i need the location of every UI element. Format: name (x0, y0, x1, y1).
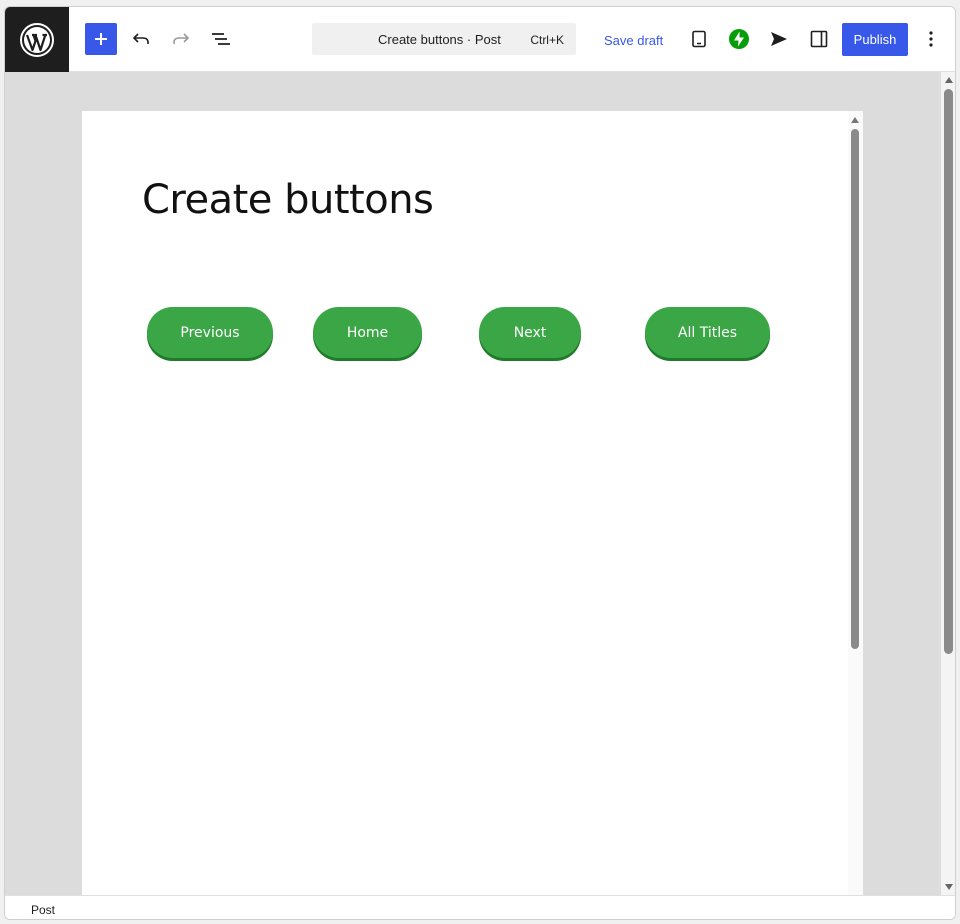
block-breadcrumb-bar: Post (5, 895, 955, 919)
more-vertical-icon (929, 31, 933, 47)
editor-canvas: Create buttons Previous Home Next All Ti… (5, 72, 941, 895)
post-title[interactable]: Create buttons (142, 177, 434, 223)
canvas-scrollbar[interactable] (848, 111, 863, 895)
settings-sidebar-button[interactable] (803, 23, 835, 55)
scroll-up-arrow-icon[interactable] (945, 77, 953, 83)
scroll-down-arrow-icon[interactable] (945, 884, 953, 890)
plus-icon (95, 33, 107, 45)
save-draft-button[interactable]: Save draft (598, 23, 669, 55)
sidebar-toggle-icon (810, 30, 828, 48)
editor-toolbar: Create buttons · Post Ctrl+K Save draft (5, 7, 955, 72)
add-block-button[interactable] (85, 23, 117, 55)
post-page: Create buttons Previous Home Next All Ti… (82, 111, 863, 895)
window-scrollbar-thumb[interactable] (944, 89, 953, 654)
all-titles-button-block[interactable]: All Titles (645, 307, 770, 358)
list-view-icon (212, 33, 230, 45)
command-bar-title: Create buttons · Post (378, 32, 501, 47)
command-palette-bar[interactable]: Create buttons · Post Ctrl+K (312, 23, 576, 55)
scroll-up-arrow-icon[interactable] (851, 117, 859, 123)
document-overview-button[interactable] (205, 23, 237, 55)
undo-icon (132, 33, 149, 44)
publish-button[interactable]: Publish (842, 23, 908, 56)
jetpack-bolt-icon (729, 29, 749, 49)
previous-button-block[interactable]: Previous (147, 307, 273, 358)
home-button-block[interactable]: Home (313, 307, 422, 358)
wordpress-icon (20, 22, 54, 57)
window-scrollbar[interactable] (941, 72, 955, 895)
wordpress-logo-button[interactable] (5, 7, 69, 72)
redo-button[interactable] (165, 23, 197, 55)
preview-button[interactable] (683, 23, 715, 55)
next-button-block[interactable]: Next (479, 307, 581, 358)
canvas-scrollbar-thumb[interactable] (851, 129, 859, 649)
options-menu-button[interactable] (915, 23, 947, 55)
redo-icon (173, 33, 190, 44)
send-button[interactable] (763, 23, 795, 55)
editor-window: Create buttons · Post Ctrl+K Save draft (4, 6, 956, 920)
send-icon (771, 32, 787, 46)
tablet-icon (692, 30, 706, 48)
jetpack-button[interactable] (723, 23, 755, 55)
undo-button[interactable] (125, 23, 157, 55)
command-bar-shortcut: Ctrl+K (530, 33, 564, 47)
breadcrumb-post[interactable]: Post (31, 903, 55, 917)
